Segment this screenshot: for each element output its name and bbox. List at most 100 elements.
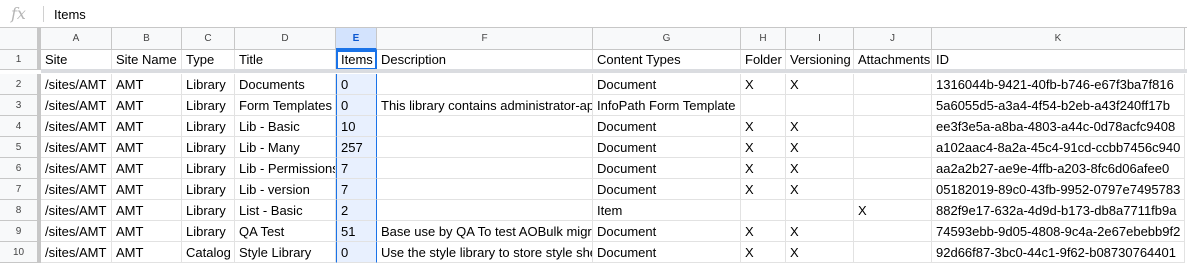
cell[interactable]: Base use by QA To test AOBulk migr <box>377 221 593 242</box>
cell[interactable]: X <box>786 221 854 242</box>
cell[interactable] <box>854 116 932 137</box>
cell[interactable]: /sites/AMT <box>41 137 112 158</box>
cell[interactable]: 1316044b-9421-40fb-b746-e67f3ba7f816 <box>932 74 1185 95</box>
cell[interactable]: 74593ebb-9d05-4808-9c4a-2e67ebebb9f2 <box>932 221 1185 242</box>
cell[interactable]: Item <box>593 200 741 221</box>
cell[interactable]: 882f9e17-632a-4d9d-b173-db8a7711fb9a <box>932 200 1185 221</box>
cell[interactable]: Document <box>593 137 741 158</box>
cell[interactable]: 5a6055d5-a3a4-4f54-b2eb-a43f240ff17b <box>932 95 1185 116</box>
column-header-c[interactable]: C <box>182 28 235 50</box>
cell[interactable]: /sites/AMT <box>41 221 112 242</box>
column-header-h[interactable]: H <box>741 28 786 50</box>
cell[interactable] <box>377 116 593 137</box>
cell[interactable]: 0 <box>336 242 377 263</box>
cell[interactable]: AMT <box>112 200 182 221</box>
cell[interactable]: Library <box>182 158 235 179</box>
cell[interactable]: InfoPath Form Template <box>593 95 741 116</box>
column-header-f[interactable]: F <box>377 28 593 50</box>
cell[interactable]: 10 <box>336 116 377 137</box>
cell[interactable]: Lib - Basic <box>235 116 336 137</box>
cell[interactable]: /sites/AMT <box>41 74 112 95</box>
cell[interactable] <box>377 158 593 179</box>
column-header-j[interactable]: J <box>854 28 932 50</box>
column-title-cell[interactable]: ID <box>932 50 1185 70</box>
cell[interactable]: Document <box>593 242 741 263</box>
cell[interactable]: Lib - Many <box>235 137 336 158</box>
column-title-cell[interactable]: Items <box>336 50 377 70</box>
cell[interactable]: Library <box>182 137 235 158</box>
column-header-k[interactable]: K <box>932 28 1185 50</box>
row-header[interactable]: 2 <box>0 74 41 95</box>
cell[interactable]: 0 <box>336 74 377 95</box>
row-header[interactable]: 4 <box>0 116 41 137</box>
cell[interactable]: /sites/AMT <box>41 200 112 221</box>
row-header[interactable]: 5 <box>0 137 41 158</box>
cell[interactable] <box>377 74 593 95</box>
cell[interactable] <box>786 95 854 116</box>
column-title-cell[interactable]: Description <box>377 50 593 70</box>
cell[interactable]: /sites/AMT <box>41 242 112 263</box>
cell[interactable]: Documents <box>235 74 336 95</box>
cell[interactable]: X <box>741 137 786 158</box>
cell[interactable]: aa2a2b27-ae9e-4ffb-a203-8fc6d06afee0 <box>932 158 1185 179</box>
cell[interactable]: AMT <box>112 74 182 95</box>
cell[interactable]: 2 <box>336 200 377 221</box>
column-title-cell[interactable]: Folder <box>741 50 786 70</box>
cell[interactable]: This library contains administrator-ap <box>377 95 593 116</box>
cell[interactable]: X <box>786 179 854 200</box>
cell[interactable] <box>854 221 932 242</box>
column-title-cell[interactable]: Content Types <box>593 50 741 70</box>
cell[interactable]: X <box>741 179 786 200</box>
cell[interactable] <box>854 158 932 179</box>
cell[interactable]: AMT <box>112 137 182 158</box>
row-header[interactable]: 9 <box>0 221 41 242</box>
column-title-cell[interactable]: Versioning <box>786 50 854 70</box>
cell[interactable]: 0 <box>336 95 377 116</box>
cell[interactable]: X <box>854 200 932 221</box>
row-header[interactable]: 1 <box>0 50 41 70</box>
cell[interactable]: QA Test <box>235 221 336 242</box>
cell[interactable]: Document <box>593 116 741 137</box>
cell[interactable]: X <box>786 158 854 179</box>
cell[interactable] <box>741 95 786 116</box>
cell[interactable]: Use the style library to store style she <box>377 242 593 263</box>
row-header[interactable]: 3 <box>0 95 41 116</box>
column-title-cell[interactable]: Type <box>182 50 235 70</box>
cell[interactable]: X <box>786 137 854 158</box>
row-header[interactable]: 6 <box>0 158 41 179</box>
cell[interactable]: /sites/AMT <box>41 116 112 137</box>
cell[interactable] <box>377 179 593 200</box>
cell[interactable]: X <box>786 242 854 263</box>
cell[interactable]: Library <box>182 179 235 200</box>
cell[interactable]: X <box>741 221 786 242</box>
row-header[interactable]: 8 <box>0 200 41 221</box>
cell[interactable]: Document <box>593 158 741 179</box>
column-header-b[interactable]: B <box>112 28 182 50</box>
cell[interactable]: Lib - version <box>235 179 336 200</box>
cell[interactable]: AMT <box>112 242 182 263</box>
cell[interactable]: Library <box>182 116 235 137</box>
cell[interactable]: 92d66f87-3bc0-44c1-9f62-b08730764401 <box>932 242 1185 263</box>
cell[interactable] <box>786 200 854 221</box>
cell[interactable]: Catalog <box>182 242 235 263</box>
column-title-cell[interactable]: Attachments <box>854 50 932 70</box>
cell[interactable]: X <box>741 158 786 179</box>
cell[interactable]: X <box>786 116 854 137</box>
cell[interactable]: X <box>741 74 786 95</box>
cell[interactable]: Document <box>593 179 741 200</box>
cell[interactable] <box>854 137 932 158</box>
cell[interactable]: AMT <box>112 221 182 242</box>
cell[interactable]: X <box>741 242 786 263</box>
column-title-cell[interactable]: Site Name <box>112 50 182 70</box>
cell[interactable]: 7 <box>336 179 377 200</box>
cell[interactable] <box>854 242 932 263</box>
cell[interactable]: 7 <box>336 158 377 179</box>
cell[interactable]: X <box>741 116 786 137</box>
column-header-g[interactable]: G <box>593 28 741 50</box>
cell[interactable]: Style Library <box>235 242 336 263</box>
cell[interactable] <box>741 200 786 221</box>
cell[interactable]: AMT <box>112 116 182 137</box>
column-title-cell[interactable]: Site <box>41 50 112 70</box>
cell[interactable]: AMT <box>112 95 182 116</box>
cell[interactable]: List - Basic <box>235 200 336 221</box>
